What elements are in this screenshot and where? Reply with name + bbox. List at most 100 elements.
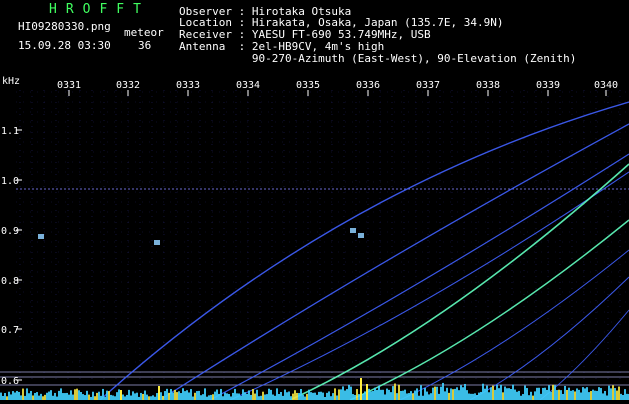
noise-bar bbox=[250, 394, 252, 400]
meteor-trace bbox=[229, 171, 629, 401]
noise-bar bbox=[184, 391, 186, 400]
noise-bar bbox=[380, 389, 382, 400]
x-tick-label: 0340 bbox=[594, 80, 618, 91]
noise-bar bbox=[390, 392, 392, 400]
noise-bar bbox=[590, 391, 592, 400]
noise-bar bbox=[614, 388, 616, 400]
noise-bar bbox=[0, 392, 2, 400]
noise-bar bbox=[64, 393, 66, 400]
noise-bar bbox=[28, 393, 30, 400]
noise-bar bbox=[106, 390, 108, 400]
noise-bar bbox=[26, 388, 28, 400]
noise-bar bbox=[488, 392, 490, 400]
noise-bar bbox=[602, 393, 604, 400]
noise-bar bbox=[518, 390, 520, 400]
noise-bar bbox=[304, 396, 306, 400]
noise-bar bbox=[100, 395, 102, 400]
noise-bar bbox=[316, 394, 318, 400]
noise-bar bbox=[584, 388, 586, 400]
noise-bar bbox=[472, 393, 474, 400]
noise-bar bbox=[554, 385, 556, 400]
noise-bar bbox=[538, 387, 540, 400]
noise-bar bbox=[426, 391, 428, 400]
noise-bar bbox=[144, 390, 146, 400]
noise-bar bbox=[236, 393, 238, 400]
noise-bar bbox=[38, 395, 40, 400]
noise-bar bbox=[466, 390, 468, 400]
x-tick-label: 0331 bbox=[57, 80, 81, 91]
noise-bar bbox=[388, 389, 390, 400]
noise-bar bbox=[198, 390, 200, 400]
noise-bar bbox=[586, 387, 588, 400]
noise-bar bbox=[162, 395, 164, 400]
noise-bar bbox=[412, 393, 414, 400]
noise-bar bbox=[486, 385, 488, 400]
noise-bar bbox=[76, 388, 78, 400]
noise-bar bbox=[260, 395, 262, 400]
noise-bar bbox=[218, 393, 220, 400]
noise-bar bbox=[310, 392, 312, 400]
noise-spike bbox=[158, 386, 160, 400]
noise-bar bbox=[40, 393, 42, 400]
app-logo: HROFFT bbox=[49, 2, 150, 17]
noise-bar bbox=[36, 392, 38, 400]
meteor-trace bbox=[469, 276, 629, 401]
noise-bar bbox=[430, 393, 432, 400]
noise-bar bbox=[132, 391, 134, 400]
y-tick-label: 0.6 bbox=[1, 376, 19, 387]
noise-bar bbox=[384, 394, 386, 400]
noise-bar bbox=[292, 393, 294, 400]
noise-bar bbox=[54, 392, 56, 400]
noise-bar bbox=[498, 388, 500, 400]
noise-bar bbox=[454, 388, 456, 400]
noise-bar bbox=[570, 390, 572, 400]
noise-bar bbox=[558, 389, 560, 400]
noise-bar bbox=[294, 390, 296, 400]
noise-bar bbox=[18, 391, 20, 400]
noise-bar bbox=[606, 395, 608, 400]
noise-bar bbox=[56, 396, 58, 400]
noise-bar bbox=[46, 392, 48, 400]
noise-bar bbox=[522, 394, 524, 400]
noise-bar bbox=[274, 395, 276, 400]
noise-bar bbox=[420, 385, 422, 400]
noise-bar bbox=[550, 391, 552, 400]
noise-bar bbox=[242, 389, 244, 400]
noise-bar bbox=[328, 391, 330, 400]
noise-bar bbox=[542, 387, 544, 400]
noise-bar bbox=[298, 393, 300, 400]
y-tick-label: 1.1 bbox=[1, 126, 19, 137]
noise-bar bbox=[556, 390, 558, 400]
noise-bar bbox=[246, 393, 248, 400]
antenna-detail-line: 90-270-Azimuth (East-West), 90-Elevation… bbox=[179, 52, 577, 65]
noise-bar bbox=[278, 393, 280, 400]
noise-bar bbox=[374, 387, 376, 400]
noise-bar bbox=[94, 396, 96, 400]
noise-bar bbox=[140, 392, 142, 400]
noise-bar bbox=[146, 394, 148, 400]
noise-bar bbox=[524, 385, 526, 400]
noise-bar bbox=[502, 392, 504, 400]
noise-bar bbox=[508, 388, 510, 400]
noise-bar bbox=[128, 389, 130, 400]
noise-bar bbox=[204, 388, 206, 400]
noise-bar bbox=[618, 386, 620, 400]
noise-bar bbox=[358, 394, 360, 400]
meteor-count-value: 36 bbox=[138, 39, 152, 52]
noise-bar bbox=[528, 395, 530, 400]
noise-bar bbox=[598, 387, 600, 400]
noise-bar bbox=[178, 391, 180, 400]
noise-bar bbox=[12, 391, 14, 400]
meteor-trace bbox=[209, 153, 629, 401]
noise-bar bbox=[58, 390, 60, 400]
noise-bar bbox=[592, 389, 594, 400]
noise-bar bbox=[406, 393, 408, 400]
noise-bar bbox=[416, 388, 418, 400]
noise-bar bbox=[74, 389, 76, 400]
noise-bar bbox=[52, 395, 54, 400]
noise-bar bbox=[134, 393, 136, 400]
meteor-trace bbox=[99, 101, 629, 401]
noise-bar bbox=[110, 394, 112, 400]
noise-bar bbox=[288, 391, 290, 400]
noise-bar bbox=[272, 394, 274, 400]
